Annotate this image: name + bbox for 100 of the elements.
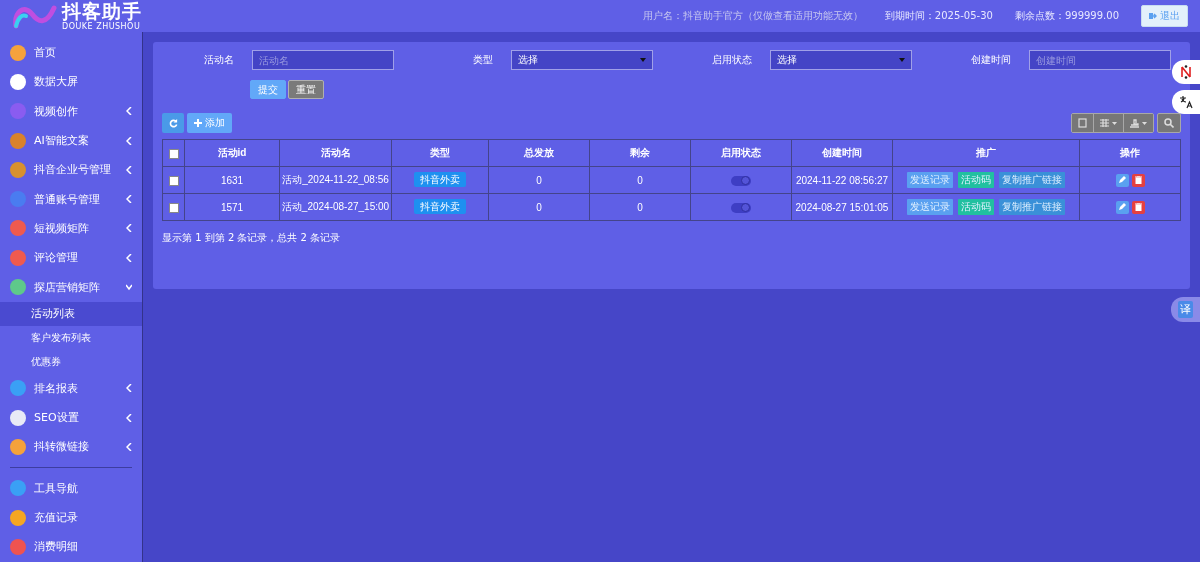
submenu-item[interactable]: 活动列表 — [0, 301, 142, 326]
chevron-icon — [126, 195, 132, 204]
column-header: 操作 — [1079, 139, 1181, 167]
card-icon — [1078, 118, 1087, 128]
columns-button[interactable] — [1093, 114, 1123, 132]
sidebar-item[interactable]: 数据大屏 — [0, 67, 142, 97]
exit-icon — [1149, 12, 1157, 20]
submenu-item[interactable]: 客户发布列表 — [0, 325, 142, 350]
submenu-item[interactable]: 优惠券 — [0, 349, 142, 374]
input-field[interactable]: 创建时间 — [1029, 50, 1171, 70]
table-cell: 0 — [589, 193, 691, 221]
reset-button[interactable]: 重置 — [288, 80, 324, 99]
column-header: 创建时间 — [791, 139, 893, 167]
row-checkbox[interactable] — [168, 202, 179, 213]
table-cell: 2024-11-22 08:56:27 — [791, 166, 893, 194]
plugin-button[interactable] — [1172, 60, 1200, 84]
sidebar-item[interactable]: 抖转微链接 — [0, 432, 142, 462]
sidebar-item[interactable]: 排名报表 — [0, 373, 142, 403]
sidebar-item[interactable]: SEO设置 — [0, 402, 142, 433]
grid-caret-icon — [1100, 119, 1117, 127]
column-header: 剩余 — [589, 139, 691, 167]
sidebar-item[interactable]: 首页 — [0, 38, 142, 68]
trash-icon — [1134, 176, 1142, 184]
export-button[interactable] — [1123, 114, 1153, 132]
export-caret-icon — [1130, 118, 1147, 128]
chevron-icon — [126, 384, 132, 393]
translate-button[interactable]: 译 — [1171, 297, 1200, 322]
chevron-icon — [126, 283, 132, 291]
toggle-switch[interactable] — [731, 202, 751, 213]
logo-subtitle: DOUKE ZHUSHOU — [62, 22, 142, 31]
points-balance: 剩余点数：999999.00 — [1014, 9, 1119, 23]
column-header: 启用状态 — [690, 139, 792, 167]
sidebar-item[interactable]: 普通账号管理 — [0, 184, 142, 214]
sidebar-item[interactable]: 消费明细 — [0, 532, 142, 562]
promo-button[interactable]: 发送记录 — [907, 172, 953, 188]
pencil-icon — [1118, 203, 1126, 211]
logo-title: 抖客助手 — [62, 1, 142, 21]
filter-label: 类型 — [472, 53, 493, 67]
chevron-icon — [126, 136, 132, 145]
chevron-icon — [126, 107, 132, 116]
sidebar-item[interactable]: AI智能文案 — [0, 125, 142, 156]
pencil-icon — [1118, 176, 1126, 184]
promo-button[interactable]: 复制推广链接 — [999, 199, 1065, 215]
table-cell: 2024-08-27 15:01:05 — [791, 193, 893, 221]
select-field[interactable]: 选择 — [770, 50, 912, 70]
chevron-icon — [126, 253, 132, 262]
toggle-switch[interactable] — [731, 175, 751, 186]
submit-button[interactable]: 提交 — [250, 80, 286, 99]
column-header: 活动名 — [279, 139, 392, 167]
table-cell: 0 — [589, 166, 691, 194]
filter-label: 启用状态 — [711, 53, 752, 67]
network-icon — [1179, 65, 1193, 79]
expiry-date: 到期时间：2025-05-30 — [884, 9, 993, 23]
edit-button[interactable] — [1115, 200, 1129, 214]
translate-icon — [1179, 95, 1193, 109]
table-cell: 0 — [488, 193, 590, 221]
swoosh-logo-icon — [12, 2, 58, 30]
search-icon — [1164, 118, 1174, 128]
type-badge: 抖音外卖 — [414, 172, 466, 187]
sidebar-item[interactable]: 短视频矩阵 — [0, 213, 142, 244]
sidebar-item[interactable]: 视频创作 — [0, 96, 142, 126]
toggle-view-button[interactable] — [1072, 114, 1093, 132]
sidebar-item[interactable]: 充值记录 — [0, 502, 142, 533]
row-checkbox[interactable] — [168, 175, 179, 186]
type-badge: 抖音外卖 — [414, 199, 466, 214]
table-cell: 0 — [488, 166, 590, 194]
sidebar-item[interactable]: 探店营销矩阵 — [0, 272, 142, 302]
refresh-button[interactable] — [162, 113, 184, 133]
chevron-icon — [126, 442, 132, 451]
table-cell: 活动_2024-11-22_08:56 — [279, 166, 392, 194]
logout-button[interactable]: 退出 — [1141, 5, 1188, 27]
refresh-icon — [168, 118, 178, 128]
add-button[interactable]: 添加 — [187, 113, 232, 133]
promo-button[interactable]: 发送记录 — [907, 199, 953, 215]
column-header: 活动id — [184, 139, 280, 167]
column-header: 推广 — [892, 139, 1080, 167]
sidebar-item[interactable]: 工具导航 — [0, 473, 142, 503]
plus-icon — [194, 119, 202, 127]
input-field[interactable]: 活动名 — [252, 50, 394, 70]
translate-icon-button[interactable] — [1172, 90, 1200, 114]
sidebar-item[interactable]: 抖音企业号管理 — [0, 155, 142, 185]
user-name: 用户名：抖音助手官方（仅做查看适用功能无效） — [642, 9, 863, 23]
column-header: 类型 — [391, 139, 489, 167]
table-cell: 1571 — [184, 193, 280, 221]
delete-button[interactable] — [1131, 200, 1145, 214]
select-all-checkbox[interactable] — [168, 148, 179, 159]
select-field[interactable]: 选择 — [511, 50, 653, 70]
filter-label: 活动名 — [203, 53, 234, 67]
table-cell: 活动_2024-08-27_15:00 — [279, 193, 392, 221]
table-cell: 1631 — [184, 166, 280, 194]
delete-button[interactable] — [1131, 173, 1145, 187]
filter-label: 创建时间 — [970, 53, 1011, 67]
sidebar-item[interactable]: 评论管理 — [0, 243, 142, 273]
column-header: 总发放 — [488, 139, 590, 167]
chevron-icon — [126, 413, 132, 422]
trash-icon — [1134, 203, 1142, 211]
pagination-info: 显示第 1 到第 2 条记录，总共 2 条记录 — [162, 231, 342, 245]
promo-button[interactable]: 复制推广链接 — [999, 172, 1065, 188]
edit-button[interactable] — [1115, 173, 1129, 187]
chevron-icon — [126, 165, 132, 174]
